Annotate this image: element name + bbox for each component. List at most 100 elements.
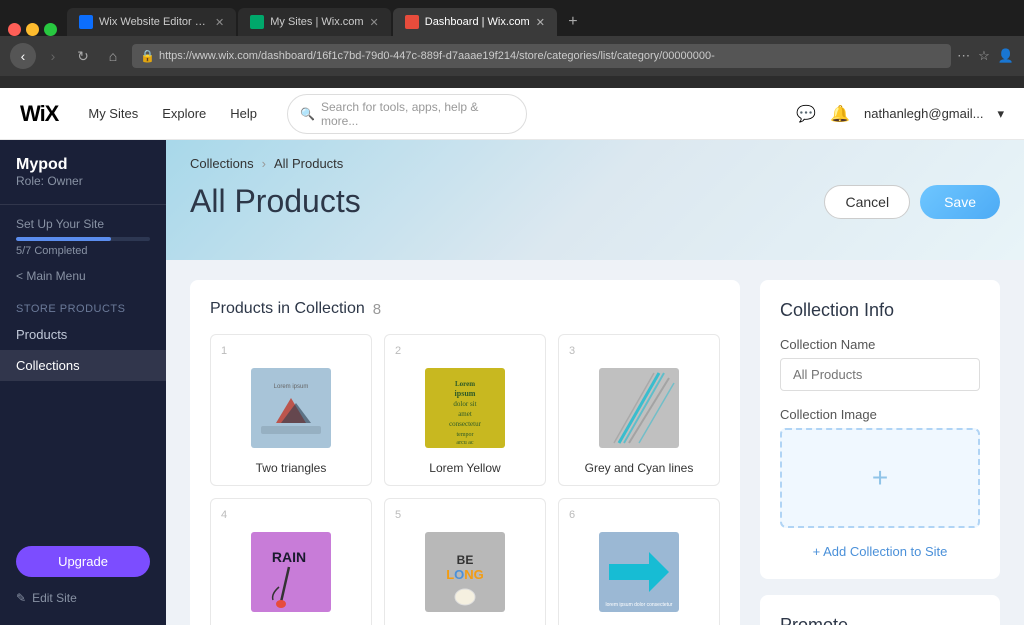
- bell-icon[interactable]: 🔔: [830, 104, 850, 124]
- product-num-2: 2: [395, 345, 535, 357]
- back-button[interactable]: ‹: [10, 43, 36, 69]
- collection-name-label: Collection Name: [780, 337, 980, 352]
- profile-icon[interactable]: 👤: [998, 48, 1014, 64]
- bookmark-icon[interactable]: ☆: [978, 48, 990, 64]
- tab2-close[interactable]: ✕: [370, 16, 379, 29]
- collection-image-upload[interactable]: +: [780, 428, 980, 528]
- breadcrumb: Collections › All Products: [190, 156, 1000, 171]
- svg-text:amet: amet: [458, 410, 472, 418]
- add-collection-link[interactable]: + Add Collection to Site: [780, 544, 980, 559]
- nav-help[interactable]: Help: [220, 100, 267, 127]
- search-bar[interactable]: 🔍 Search for tools, apps, help & more...: [287, 94, 527, 134]
- sidebar-section-label: Store Products: [0, 295, 166, 319]
- main-menu-label: < Main Menu: [16, 269, 86, 283]
- maximize-window-button[interactable]: [44, 23, 57, 36]
- products-grid: 1 Lorem ipsum Two triangles: [210, 334, 720, 625]
- svg-text:lorem ipsum dolor consectetur: lorem ipsum dolor consectetur: [606, 602, 673, 608]
- product-img-5: BE LONG: [395, 527, 535, 617]
- cancel-button[interactable]: Cancel: [824, 185, 910, 219]
- chat-icon[interactable]: 💬: [796, 104, 816, 124]
- page-header: All Products Cancel Save: [190, 183, 1000, 236]
- products-panel: Products in Collection 8 1: [190, 280, 740, 625]
- product-img-6: lorem ipsum dolor consectetur: [569, 527, 709, 617]
- nav-explore[interactable]: Explore: [152, 100, 216, 127]
- add-image-icon: +: [872, 462, 888, 494]
- edit-site-label: Edit Site: [32, 591, 77, 605]
- svg-text:tempor: tempor: [457, 432, 474, 438]
- product-card-5[interactable]: 5 BE LONG Be long egg: [384, 498, 546, 625]
- address-text: https://www.wix.com/dashboard/16f1c7bd-7…: [159, 50, 943, 62]
- svg-text:consectetur: consectetur: [449, 420, 482, 428]
- user-email[interactable]: nathanlegh@gmail...: [864, 106, 983, 121]
- setup-label: 5/7 Completed: [16, 245, 150, 257]
- collection-name-input[interactable]: [780, 358, 980, 391]
- tab1-favicon: [79, 15, 93, 29]
- product-num-3: 3: [569, 345, 709, 357]
- promote-title: Promote: [780, 615, 980, 625]
- product-img-3: [569, 363, 709, 453]
- setup-progress-fill: [16, 237, 111, 241]
- svg-text:arcu ac: arcu ac: [456, 440, 473, 446]
- collection-image-label: Collection Image: [780, 407, 980, 422]
- product-card-3[interactable]: 3 Grey and Cyan lines: [558, 334, 720, 486]
- header-actions: Cancel Save: [824, 185, 1000, 219]
- svg-text:BE: BE: [457, 553, 474, 567]
- upgrade-button[interactable]: Upgrade: [16, 546, 150, 577]
- svg-text:Lorem: Lorem: [455, 380, 475, 388]
- extensions-icon: ⋯: [957, 48, 970, 64]
- main-menu-item[interactable]: < Main Menu: [16, 269, 150, 283]
- close-window-button[interactable]: [8, 23, 21, 36]
- browser-tab-2[interactable]: My Sites | Wix.com ✕: [238, 8, 391, 36]
- svg-text:ipsum: ipsum: [455, 389, 476, 398]
- setup-title[interactable]: Set Up Your Site: [16, 217, 150, 231]
- product-num-5: 5: [395, 509, 535, 521]
- nav-my-sites[interactable]: My Sites: [78, 100, 148, 127]
- security-icon: 🔒: [140, 49, 155, 63]
- setup-progress-bar: [16, 237, 150, 241]
- search-placeholder: Search for tools, apps, help & more...: [321, 100, 514, 128]
- main-menu[interactable]: < Main Menu: [0, 269, 166, 287]
- sidebar-item-products[interactable]: Products: [0, 319, 166, 350]
- wix-logo: WiX: [20, 101, 58, 127]
- breadcrumb-parent[interactable]: Collections: [190, 156, 254, 171]
- breadcrumb-separator: ›: [262, 156, 266, 171]
- collection-info-card: Collection Info Collection Name Collecti…: [760, 280, 1000, 579]
- product-num-4: 4: [221, 509, 361, 521]
- edit-site-button[interactable]: ✎ Edit Site: [16, 587, 150, 609]
- tab3-close[interactable]: ✕: [536, 16, 545, 29]
- product-card-2[interactable]: 2 Lorem ipsum dolor sit amet consectetur…: [384, 334, 546, 486]
- reload-button[interactable]: ↻: [70, 43, 96, 69]
- address-input[interactable]: 🔒 https://www.wix.com/dashboard/16f1c7bd…: [132, 44, 951, 68]
- save-button[interactable]: Save: [920, 185, 1000, 219]
- site-info: Mypod Role: Owner: [0, 156, 166, 205]
- tab1-close[interactable]: ✕: [215, 16, 224, 29]
- product-img-1: Lorem ipsum: [221, 363, 361, 453]
- address-bar-row: ‹ › ↻ ⌂ 🔒 https://www.wix.com/dashboard/…: [0, 36, 1024, 76]
- new-tab-button[interactable]: +: [559, 8, 587, 36]
- forward-button[interactable]: ›: [40, 43, 66, 69]
- browser-tab-3[interactable]: Dashboard | Wix.com ✕: [393, 8, 557, 36]
- product-num-1: 1: [221, 345, 361, 357]
- info-panel: Collection Info Collection Name Collecti…: [760, 280, 1000, 625]
- products-count: 8: [373, 301, 381, 318]
- wix-nav: WiX My Sites Explore Help 🔍 Search for t…: [0, 88, 1024, 140]
- minimize-window-button[interactable]: [26, 23, 39, 36]
- tab1-label: Wix Website Editor - mypod: [99, 16, 209, 28]
- browser-tab-1[interactable]: Wix Website Editor - mypod ✕: [67, 8, 236, 36]
- site-role: Role: Owner: [16, 174, 150, 188]
- nav-links: My Sites Explore Help: [78, 100, 267, 127]
- product-card-6[interactable]: 6 lorem ipsum dolor consectetur Arrow le…: [558, 498, 720, 625]
- svg-text:RAIN: RAIN: [272, 549, 306, 565]
- nav-right: 💬 🔔 nathanlegh@gmail... ▾: [796, 104, 1004, 124]
- user-dropdown-icon[interactable]: ▾: [997, 106, 1004, 122]
- tab3-label: Dashboard | Wix.com: [425, 16, 530, 28]
- tab2-favicon: [250, 15, 264, 29]
- breadcrumb-current: All Products: [274, 156, 343, 171]
- home-button[interactable]: ⌂: [100, 43, 126, 69]
- collection-info-title: Collection Info: [780, 300, 980, 321]
- product-card-1[interactable]: 1 Lorem ipsum Two triangles: [210, 334, 372, 486]
- sidebar-item-collections[interactable]: Collections: [0, 350, 166, 381]
- browser-chrome: Wix Website Editor - mypod ✕ My Sites | …: [0, 0, 1024, 88]
- content-header: Collections › All Products All Products …: [166, 140, 1024, 260]
- product-card-4[interactable]: 4 RAIN Purple Rain tshirt: [210, 498, 372, 625]
